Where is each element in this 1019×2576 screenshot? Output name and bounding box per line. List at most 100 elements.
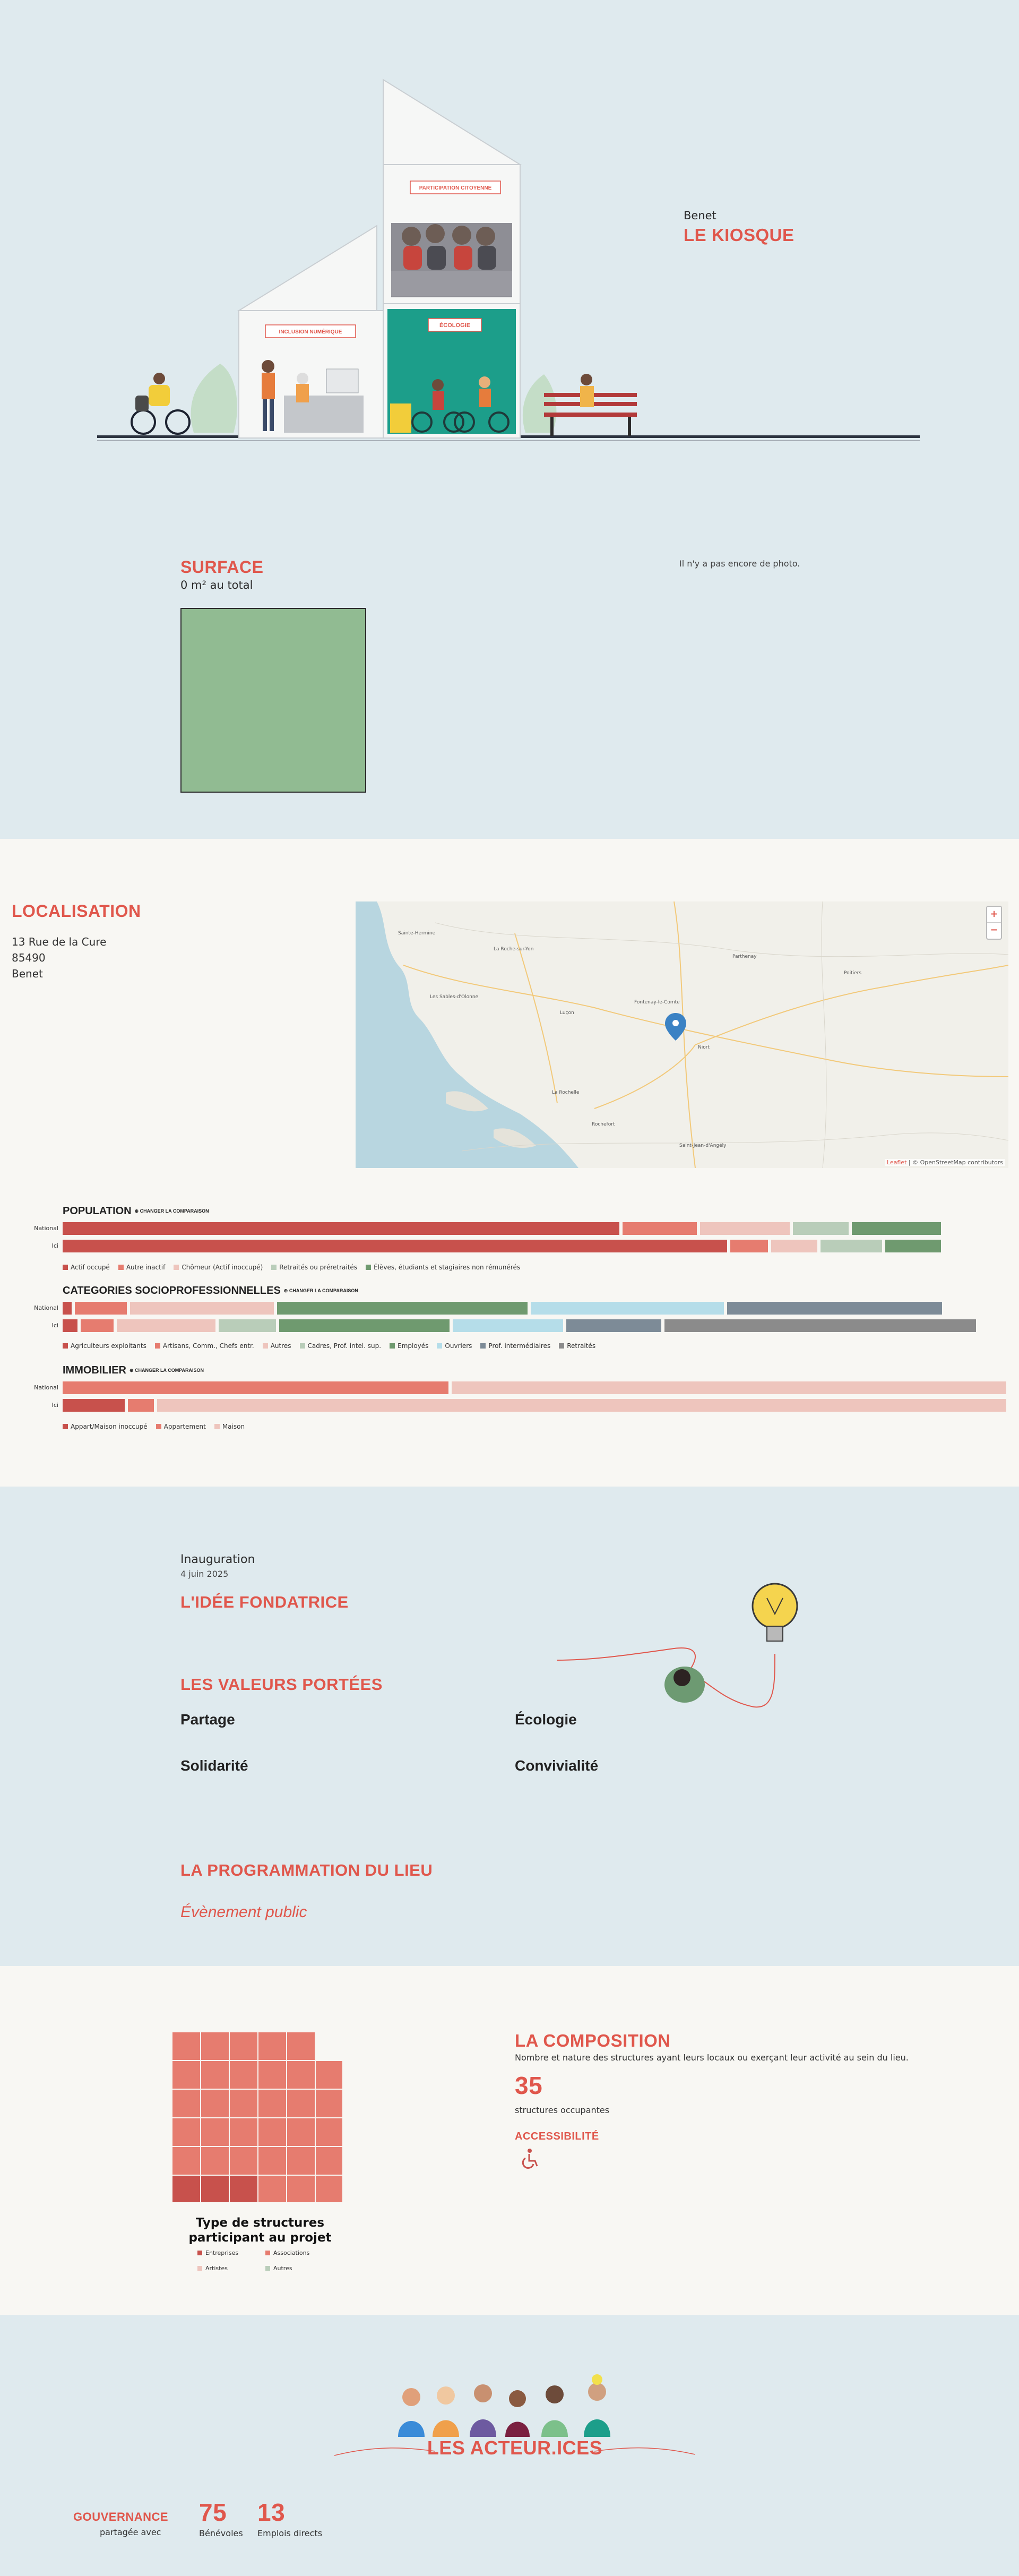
waffle-cell	[287, 2147, 315, 2175]
csp-compare-button[interactable]: ⊕ CHANGER LA COMPARAISON	[284, 1288, 358, 1293]
bar-segment	[127, 1399, 154, 1412]
population-title: POPULATION ⊕ CHANGER LA COMPARAISON	[63, 1205, 209, 1217]
bar-segment	[63, 1240, 728, 1252]
osm-attribution: | © OpenStreetMap contributors	[908, 1159, 1003, 1166]
map-marker-icon[interactable]	[665, 1013, 686, 1041]
waffle-cell	[258, 2118, 286, 2146]
bar-segment	[63, 1319, 77, 1332]
legend-swatch	[390, 1343, 395, 1349]
map-place: Poitiers	[844, 971, 861, 976]
immobilier-compare-button[interactable]: ⊕ CHANGER LA COMPARAISON	[129, 1368, 204, 1373]
bar-segment	[80, 1319, 114, 1332]
zoom-out-button[interactable]: −	[987, 923, 1001, 939]
waffle-cell	[201, 2118, 229, 2146]
waffle-cell	[201, 2147, 229, 2175]
value-item: Convivialité	[515, 1757, 599, 1774]
legend-item: Retraités	[559, 1342, 595, 1350]
legend-item: Appart/Maison inoccupé	[63, 1423, 148, 1430]
legend-label: Élèves, étudiants et stagiaires non rému…	[374, 1264, 521, 1271]
structures-waffle-chart	[172, 2032, 342, 2202]
bar-segment	[730, 1240, 768, 1252]
legend-label: Associations	[273, 2249, 310, 2256]
bar-segment	[700, 1222, 790, 1235]
row-label-national: National	[34, 1225, 58, 1232]
legend-label: Appartement	[163, 1423, 206, 1430]
acteurs-section: LES ACTEUR.ICES GOUVERNANCE partagée ave…	[0, 2315, 1019, 2576]
map-place: La Roche-sur-Yon	[494, 947, 533, 952]
label-inclusion: INCLUSION NUMÉRIQUE	[279, 328, 342, 335]
population-bar-local	[63, 1240, 1006, 1252]
zoom-in-button[interactable]: +	[987, 907, 1001, 923]
programme-item: Évènement public	[180, 1903, 307, 1921]
csp-legend: Agriculteurs exploitants Artisans, Comm.,…	[63, 1342, 595, 1350]
immobilier-title-text: IMMOBILIER	[63, 1364, 126, 1376]
bar-segment	[63, 1399, 125, 1412]
localisation-title: LOCALISATION	[12, 901, 141, 921]
map-place: La Rochelle	[552, 1090, 580, 1095]
row-label-national: National	[34, 1304, 58, 1311]
localisation-section: LOCALISATION 13 Rue de la Cure 85490 Ben…	[0, 839, 1019, 1487]
legend-swatch	[118, 1265, 124, 1270]
map-place: Sainte-Hermine	[398, 931, 436, 936]
waffle-cell	[172, 2032, 200, 2060]
leaflet-link[interactable]: Leaflet	[887, 1159, 906, 1166]
wheelchair-icon	[522, 2149, 538, 2169]
legend-swatch	[271, 1265, 277, 1270]
waffle-cell	[287, 2032, 315, 2060]
composition-section: Type de structures participant au projet…	[0, 1966, 1019, 2315]
legend-label: Chômeur (Actif inoccupé)	[182, 1264, 263, 1271]
row-label-national: National	[34, 1384, 58, 1391]
waffle-cell	[230, 2090, 257, 2117]
legend-item: Maison	[214, 1423, 245, 1430]
waffle-cell	[230, 2176, 257, 2202]
legend-swatch	[156, 1424, 161, 1429]
waffle-cell	[201, 2032, 229, 2060]
legend-label: Ouvriers	[445, 1342, 472, 1350]
population-legend: Actif occupé Autre inactif Chômeur (Actif …	[63, 1264, 520, 1271]
population-bar-national	[63, 1222, 1006, 1235]
waffle-cell	[287, 2176, 315, 2202]
composition-description: Nombre et nature des structures ayant le…	[515, 2053, 909, 2063]
legend-swatch	[559, 1343, 565, 1349]
surface-title: SURFACE	[180, 557, 264, 577]
waffle-cell	[230, 2061, 257, 2089]
bar-segment	[452, 1319, 564, 1332]
map-place: Niort	[698, 1045, 710, 1050]
bar-segment	[75, 1302, 127, 1315]
idea-title: L'IDÉE FONDATRICE	[180, 1593, 349, 1611]
legend-swatch	[299, 1343, 305, 1349]
no-photo-message: Il n'y a pas encore de photo.	[679, 559, 800, 569]
waffle-cell	[258, 2147, 286, 2175]
map-place: Les Sables-d'Olonne	[430, 994, 479, 1000]
waffle-cell	[201, 2061, 229, 2089]
legend-label: Maison	[222, 1423, 245, 1430]
map-zoom-control: + −	[986, 906, 1002, 940]
csp-bar-local	[63, 1319, 1006, 1332]
bar-segment	[277, 1302, 528, 1315]
immobilier-legend: Appart/Maison inoccupé Appartement Maison	[63, 1423, 245, 1430]
csp-bar-national	[63, 1302, 1006, 1315]
legend-label: Agriculteurs exploitants	[71, 1342, 146, 1350]
legend-item: Artisans, Comm., Chefs entr.	[154, 1342, 254, 1350]
legend-item: Artistes	[197, 2265, 228, 2272]
waffle-cell	[258, 2032, 286, 2060]
population-title-text: POPULATION	[63, 1205, 132, 1217]
waffle-cell	[201, 2090, 229, 2117]
map-place: Saint-Jean-d'Angély	[679, 1143, 727, 1148]
label-participation: PARTICIPATION CITOYENNE	[419, 185, 492, 191]
gouvernance-subtitle: partagée avec	[100, 2527, 161, 2537]
legend-swatch	[437, 1343, 443, 1349]
population-compare-button[interactable]: ⊕ CHANGER LA COMPARAISON	[135, 1208, 209, 1214]
legend-item: Prof. intermédiaires	[480, 1342, 550, 1350]
bar-segment	[451, 1381, 1006, 1394]
waffle-cell	[172, 2090, 200, 2117]
bar-segment	[821, 1240, 882, 1252]
bar-segment	[851, 1222, 942, 1235]
legend-item: Agriculteurs exploitants	[63, 1342, 146, 1350]
location-map[interactable]: Sainte-Hermine La Roche-sur-Yon Parthena…	[356, 901, 1008, 1168]
waffle-chart-title: Type de structures participant au projet	[188, 2216, 332, 2245]
structures-count-label: structures occupantes	[515, 2105, 610, 2115]
row-label-local: Ici	[51, 1322, 58, 1329]
accessibility-title: ACCESSIBILITÉ	[515, 2131, 599, 2142]
lightbulb-illustration	[557, 1583, 798, 1708]
